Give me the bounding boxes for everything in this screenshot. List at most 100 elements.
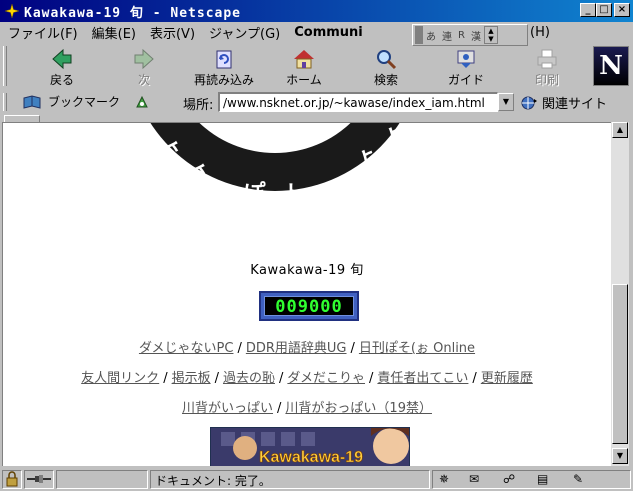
menu-go[interactable]: ジャンプ(G) — [209, 23, 280, 42]
link-row-3: 川背がいっぱい / 川背がおっぱい（19禁） — [3, 397, 611, 416]
ime-mode-kanji[interactable]: 漢 — [468, 28, 484, 43]
reload-button[interactable]: 再読み込み — [188, 46, 260, 88]
close-button[interactable]: × — [614, 3, 630, 17]
link-update-history[interactable]: 更新履歴 — [481, 371, 533, 386]
newsgroup-icon[interactable]: ☍ — [503, 472, 515, 486]
bookmarks-label: ブックマーク — [48, 95, 121, 109]
netscape-app-icon[interactable] — [4, 3, 20, 19]
chevron-down-icon: ▼ — [502, 97, 510, 106]
scrollbar-thumb[interactable] — [612, 284, 628, 444]
close-icon: × — [617, 4, 627, 15]
emblem-lettering: ト に ぁ ぽ ト ホ に ぁ — [126, 181, 425, 207]
guide-icon — [453, 48, 479, 70]
site-emblem-image: ト に ぁ ぽ ト ホ に ぁ ゟ ゟ ゟ ゟ — [126, 123, 425, 207]
navigation-toolbar: 戻る 次 再読み込み ホーム 検索 ガイド 印刷 — [0, 43, 633, 90]
link-row-1: ダメじゃないPC / DDR用語辞典UG / 日刊ぽそ(ぉ Online — [3, 337, 611, 356]
home-button[interactable]: ホーム — [268, 46, 340, 88]
related-sites-label: 関連サイト — [542, 97, 608, 112]
guide-label: ガイド — [447, 73, 484, 87]
menu-edit[interactable]: 編集(E) — [92, 23, 136, 42]
link-separator: / — [214, 371, 219, 386]
scroll-down-button[interactable]: ▼ — [612, 448, 628, 464]
home-icon — [291, 48, 317, 70]
menu-communicator[interactable]: Communi — [294, 25, 363, 40]
back-label: 戻る — [49, 73, 74, 87]
menu-file[interactable]: ファイル(F) — [8, 23, 78, 42]
status-message: ドキュメント: 完了。 — [150, 470, 430, 489]
link-dame-janai-pc[interactable]: ダメじゃないPC — [139, 341, 234, 356]
link-nikkan-poso[interactable]: 日刊ぽそ(ぉ Online — [359, 341, 475, 356]
scroll-up-button[interactable]: ▲ — [612, 122, 628, 138]
banner-text: Kawakawa-19 — [259, 449, 363, 466]
minimize-button[interactable]: _ — [580, 3, 596, 17]
progress-cell — [56, 470, 148, 489]
component-bar: ✵ ✉ ☍ ▤ ✎ — [432, 470, 631, 489]
site-banner-image[interactable]: Kawakawa-19 — [210, 427, 410, 466]
toolbar-grip[interactable] — [3, 46, 7, 86]
ime-spin-icon[interactable]: ▲ ▼ — [483, 26, 498, 44]
forward-arrow-icon — [131, 48, 157, 70]
link-separator: / — [350, 341, 355, 356]
link-friends[interactable]: 友人間リンク — [81, 371, 159, 386]
ime-grip[interactable] — [415, 26, 423, 44]
link-separator: / — [369, 371, 374, 386]
related-sites-icon — [520, 95, 538, 111]
back-button[interactable]: 戻る — [26, 46, 98, 88]
composer-icon[interactable]: ✎ — [573, 472, 583, 486]
site-title: Kawakawa-19 旬 — [250, 263, 364, 278]
ime-mode-roman[interactable]: R — [455, 30, 468, 41]
print-label: 印刷 — [534, 73, 559, 87]
print-button[interactable]: 印刷 — [511, 46, 583, 88]
security-lock-cell[interactable] — [2, 470, 22, 489]
forward-label: 次 — [137, 73, 150, 87]
page-content: ト に ぁ ぽ ト ホ に ぁ ゟ ゟ ゟ ゟ Kawakawa-19 旬 00… — [2, 122, 611, 466]
link-past-shame[interactable]: 過去の恥 — [223, 371, 275, 386]
address-book-icon[interactable]: ▤ — [537, 472, 548, 486]
counter-digits: 009000 — [264, 296, 354, 317]
link-kawase-oppai[interactable]: 川背がおっぱい（19禁） — [285, 401, 432, 416]
link-contact[interactable]: 責任者出てこい — [377, 371, 468, 386]
title-bar[interactable]: Kawakawa-19 旬 - Netscape _ □ × — [0, 0, 633, 22]
vertical-scrollbar[interactable]: ▲ ▼ — [611, 122, 629, 466]
netscape-logo[interactable]: N — [593, 46, 629, 86]
url-dropdown-button[interactable]: ▼ — [498, 93, 514, 111]
location-drag-icon[interactable] — [134, 94, 150, 110]
link-damedakorya[interactable]: ダメだこりゃ — [287, 371, 365, 386]
ime-mode-hiragana[interactable]: あ — [423, 28, 439, 43]
navigator-icon[interactable]: ✵ — [439, 472, 449, 486]
link-bbs[interactable]: 掲示板 — [172, 371, 211, 386]
connection-cell[interactable] — [24, 470, 54, 489]
chevron-down-icon: ▼ — [616, 451, 624, 460]
bookmarks-button[interactable]: ブックマーク — [22, 93, 150, 110]
toolbar-expand-tab[interactable] — [4, 115, 40, 122]
link-kawase-ippai[interactable]: 川背がいっぱい — [182, 401, 273, 416]
collapsed-toolbar-strip — [0, 114, 633, 122]
chevron-up-icon: ▲ — [616, 125, 624, 134]
forward-button[interactable]: 次 — [108, 46, 180, 88]
related-sites-button[interactable]: 関連サイト — [520, 93, 607, 112]
lock-icon — [6, 471, 18, 487]
location-grip[interactable] — [3, 93, 7, 111]
search-button[interactable]: 検索 — [350, 46, 422, 88]
link-separator: / — [277, 401, 282, 416]
menu-help[interactable]: (H) — [530, 25, 550, 40]
search-icon — [373, 48, 399, 70]
url-input[interactable]: /www.nsknet.or.jp/~kawase/index_iam.html — [218, 92, 498, 112]
link-ddr-dictionary[interactable]: DDR用語辞典UG — [246, 341, 347, 356]
bookmark-icon — [22, 94, 42, 110]
link-separator: / — [472, 371, 477, 386]
location-bar: ブックマーク 場所: /www.nsknet.or.jp/~kawase/ind… — [0, 90, 633, 114]
link-separator: / — [163, 371, 168, 386]
link-separator: / — [279, 371, 284, 386]
menu-view[interactable]: 表示(V) — [150, 23, 195, 42]
maximize-button[interactable]: □ — [596, 3, 612, 17]
maximize-icon: □ — [599, 4, 609, 15]
printer-icon — [534, 48, 560, 70]
ime-mode-convert[interactable]: 連 — [439, 28, 455, 43]
menu-bar: ファイル(F) 編集(E) 表示(V) ジャンプ(G) Communi (H) — [0, 22, 633, 43]
mail-icon[interactable]: ✉ — [469, 472, 479, 486]
guide-button[interactable]: ガイド — [430, 46, 502, 88]
reload-label: 再読み込み — [193, 73, 254, 87]
link-separator: / — [237, 341, 242, 356]
search-label: 検索 — [373, 73, 398, 87]
